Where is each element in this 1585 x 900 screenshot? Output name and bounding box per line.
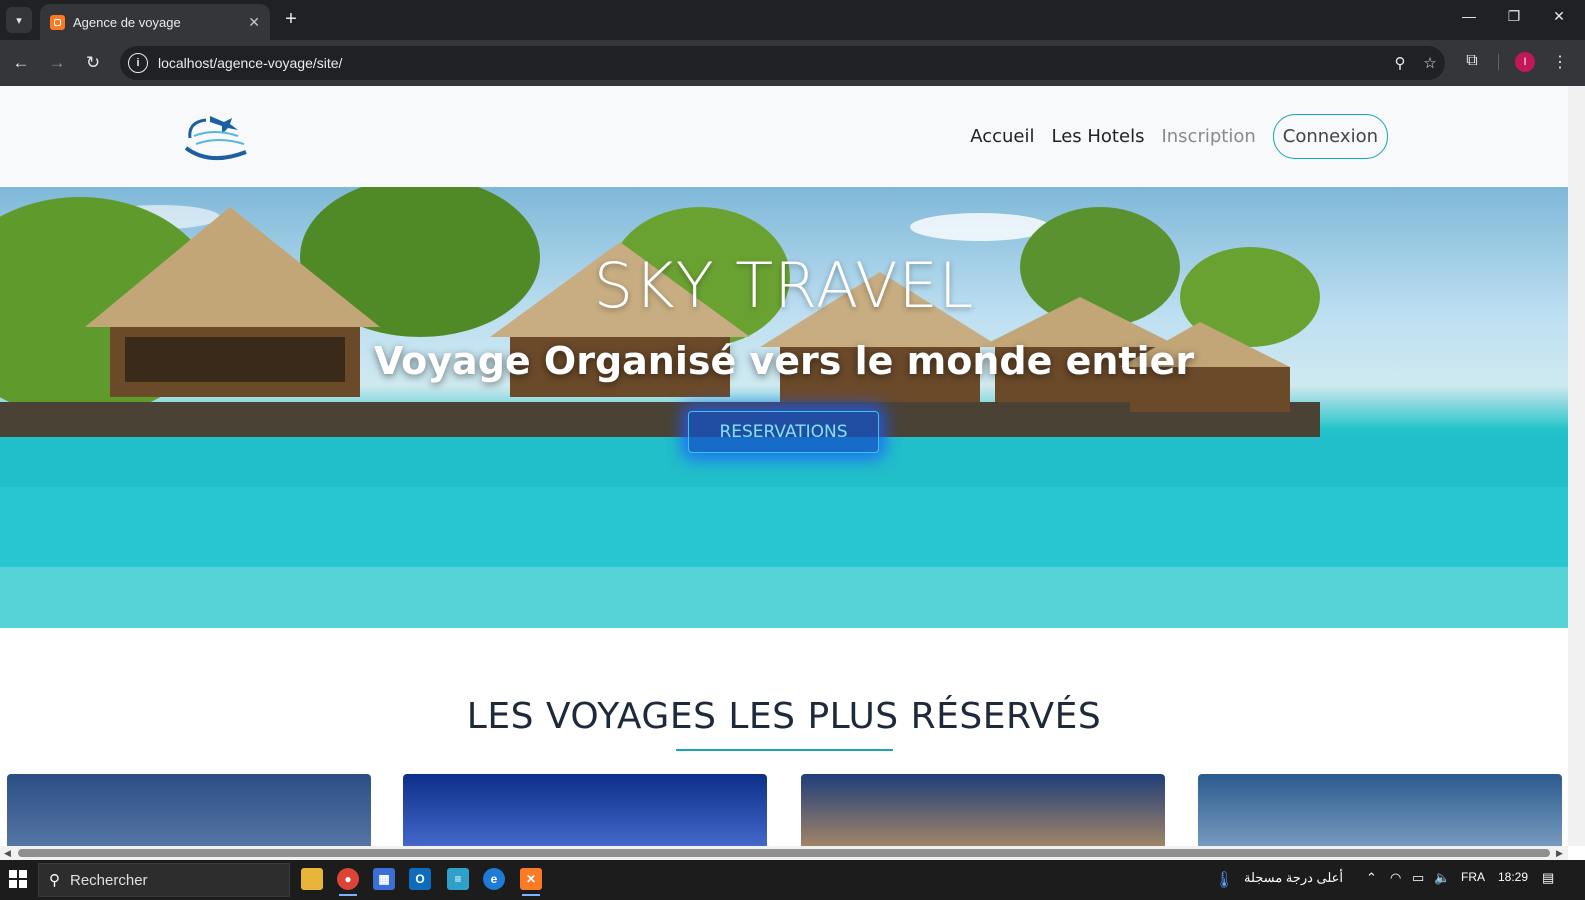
trip-card-1-image[interactable]	[7, 774, 371, 846]
browser-toolbar: ← → ↻ i localhost/agence-voyage/site/ ⚲ …	[0, 40, 1585, 86]
main-nav: Accueil Les Hotels Inscription Connexion	[970, 114, 1388, 159]
battery-icon[interactable]: ▭	[1412, 870, 1424, 886]
chrome-icon[interactable]: ●	[337, 868, 359, 896]
store-icon[interactable]: ▦	[373, 868, 395, 890]
nav-connexion-button[interactable]: Connexion	[1272, 114, 1388, 159]
back-icon[interactable]: ←	[10, 52, 32, 74]
url-text[interactable]: localhost/agence-voyage/site/	[158, 55, 1385, 71]
trip-card-3-image[interactable]	[801, 774, 1165, 846]
search-icon: ⚲	[49, 872, 60, 889]
volume-icon[interactable]: 🔈	[1434, 870, 1450, 886]
edge-icon[interactable]: e	[483, 868, 505, 890]
tab-close-icon[interactable]: ✕	[248, 14, 260, 31]
forward-icon[interactable]: →	[46, 52, 68, 74]
hero-banner: SKY TRAVEL Voyage Organisé vers le monde…	[0, 187, 1568, 628]
sky-travel-logo[interactable]	[180, 108, 252, 164]
weather-text[interactable]: أعلى درجة مسجلة	[1244, 870, 1343, 886]
reload-icon[interactable]: ↻	[82, 52, 104, 74]
browser-tab[interactable]: Agence de voyage ✕	[40, 4, 270, 40]
notepad-icon[interactable]: ≡	[447, 868, 469, 890]
page-right-gutter	[1568, 86, 1585, 846]
tab-title: Agence de voyage	[73, 14, 181, 30]
clock[interactable]: 18:29	[1498, 870, 1528, 884]
browser-tab-bar: ▾ Agence de voyage ✕ + — ❐ ✕	[0, 0, 1585, 40]
outlook-icon[interactable]: O	[409, 868, 431, 890]
address-bar[interactable]: i localhost/agence-voyage/site/ ⚲ ☆	[120, 46, 1445, 80]
file-explorer-icon[interactable]	[301, 868, 323, 890]
section-title-underline	[676, 749, 893, 751]
hero-title: SKY TRAVEL	[593, 249, 975, 322]
xampp-icon[interactable]: ✕	[520, 868, 542, 896]
windows-taskbar: ⚲ Rechercher ● ▦ O ≡ e ✕ 🌡 أعلى درجة مسج…	[0, 860, 1585, 900]
wifi-icon[interactable]: ◠	[1390, 870, 1401, 886]
site-header: Accueil Les Hotels Inscription Connexion	[0, 86, 1568, 187]
bookmark-star-icon[interactable]: ☆	[1415, 54, 1445, 72]
toolbar-separator	[1498, 54, 1499, 70]
site-info-icon[interactable]: i	[128, 53, 148, 73]
thermometer-icon: 🌡	[1214, 872, 1235, 889]
xampp-favicon-icon	[50, 14, 65, 30]
section-title: LES VOYAGES LES PLUS RÉSERVÉS	[466, 696, 1102, 737]
scroll-right-icon[interactable]: ▶	[1556, 848, 1563, 859]
restore-icon[interactable]: ❐	[1503, 8, 1525, 25]
trip-card-4-image[interactable]	[1198, 774, 1562, 846]
tab-search-chevron-icon[interactable]: ▾	[6, 7, 32, 33]
reservations-button[interactable]: RESERVATIONS	[688, 411, 879, 453]
close-window-icon[interactable]: ✕	[1548, 8, 1570, 25]
taskbar-search[interactable]: ⚲ Rechercher	[38, 863, 290, 897]
web-page: Accueil Les Hotels Inscription Connexion	[0, 86, 1568, 846]
scroll-left-icon[interactable]: ◀	[4, 848, 11, 859]
nav-inscription[interactable]: Inscription	[1161, 126, 1255, 147]
zoom-icon[interactable]: ⚲	[1385, 54, 1415, 72]
hero-subtitle: Voyage Organisé vers le monde entier	[373, 339, 1195, 383]
tray-chevron-icon[interactable]: ⌃	[1366, 870, 1377, 886]
taskbar-search-placeholder: Rechercher	[70, 871, 148, 889]
horizontal-scrollbar[interactable]: ◀ ▶	[0, 846, 1568, 860]
windows-start-icon[interactable]	[9, 870, 27, 888]
notifications-icon[interactable]: ▤	[1542, 870, 1554, 886]
new-tab-button[interactable]: +	[280, 8, 302, 30]
browser-menu-icon[interactable]: ⋮	[1548, 52, 1572, 72]
minimize-icon[interactable]: —	[1458, 8, 1480, 24]
horizontal-scrollbar-thumb[interactable]	[18, 849, 1550, 857]
nav-les-hotels[interactable]: Les Hotels	[1052, 126, 1145, 147]
language-indicator[interactable]: FRA	[1461, 870, 1485, 884]
extensions-icon[interactable]: ⧉	[1460, 52, 1484, 70]
trip-card-2-image[interactable]	[403, 774, 767, 846]
profile-avatar[interactable]: I	[1515, 52, 1535, 72]
nav-accueil[interactable]: Accueil	[970, 126, 1034, 147]
